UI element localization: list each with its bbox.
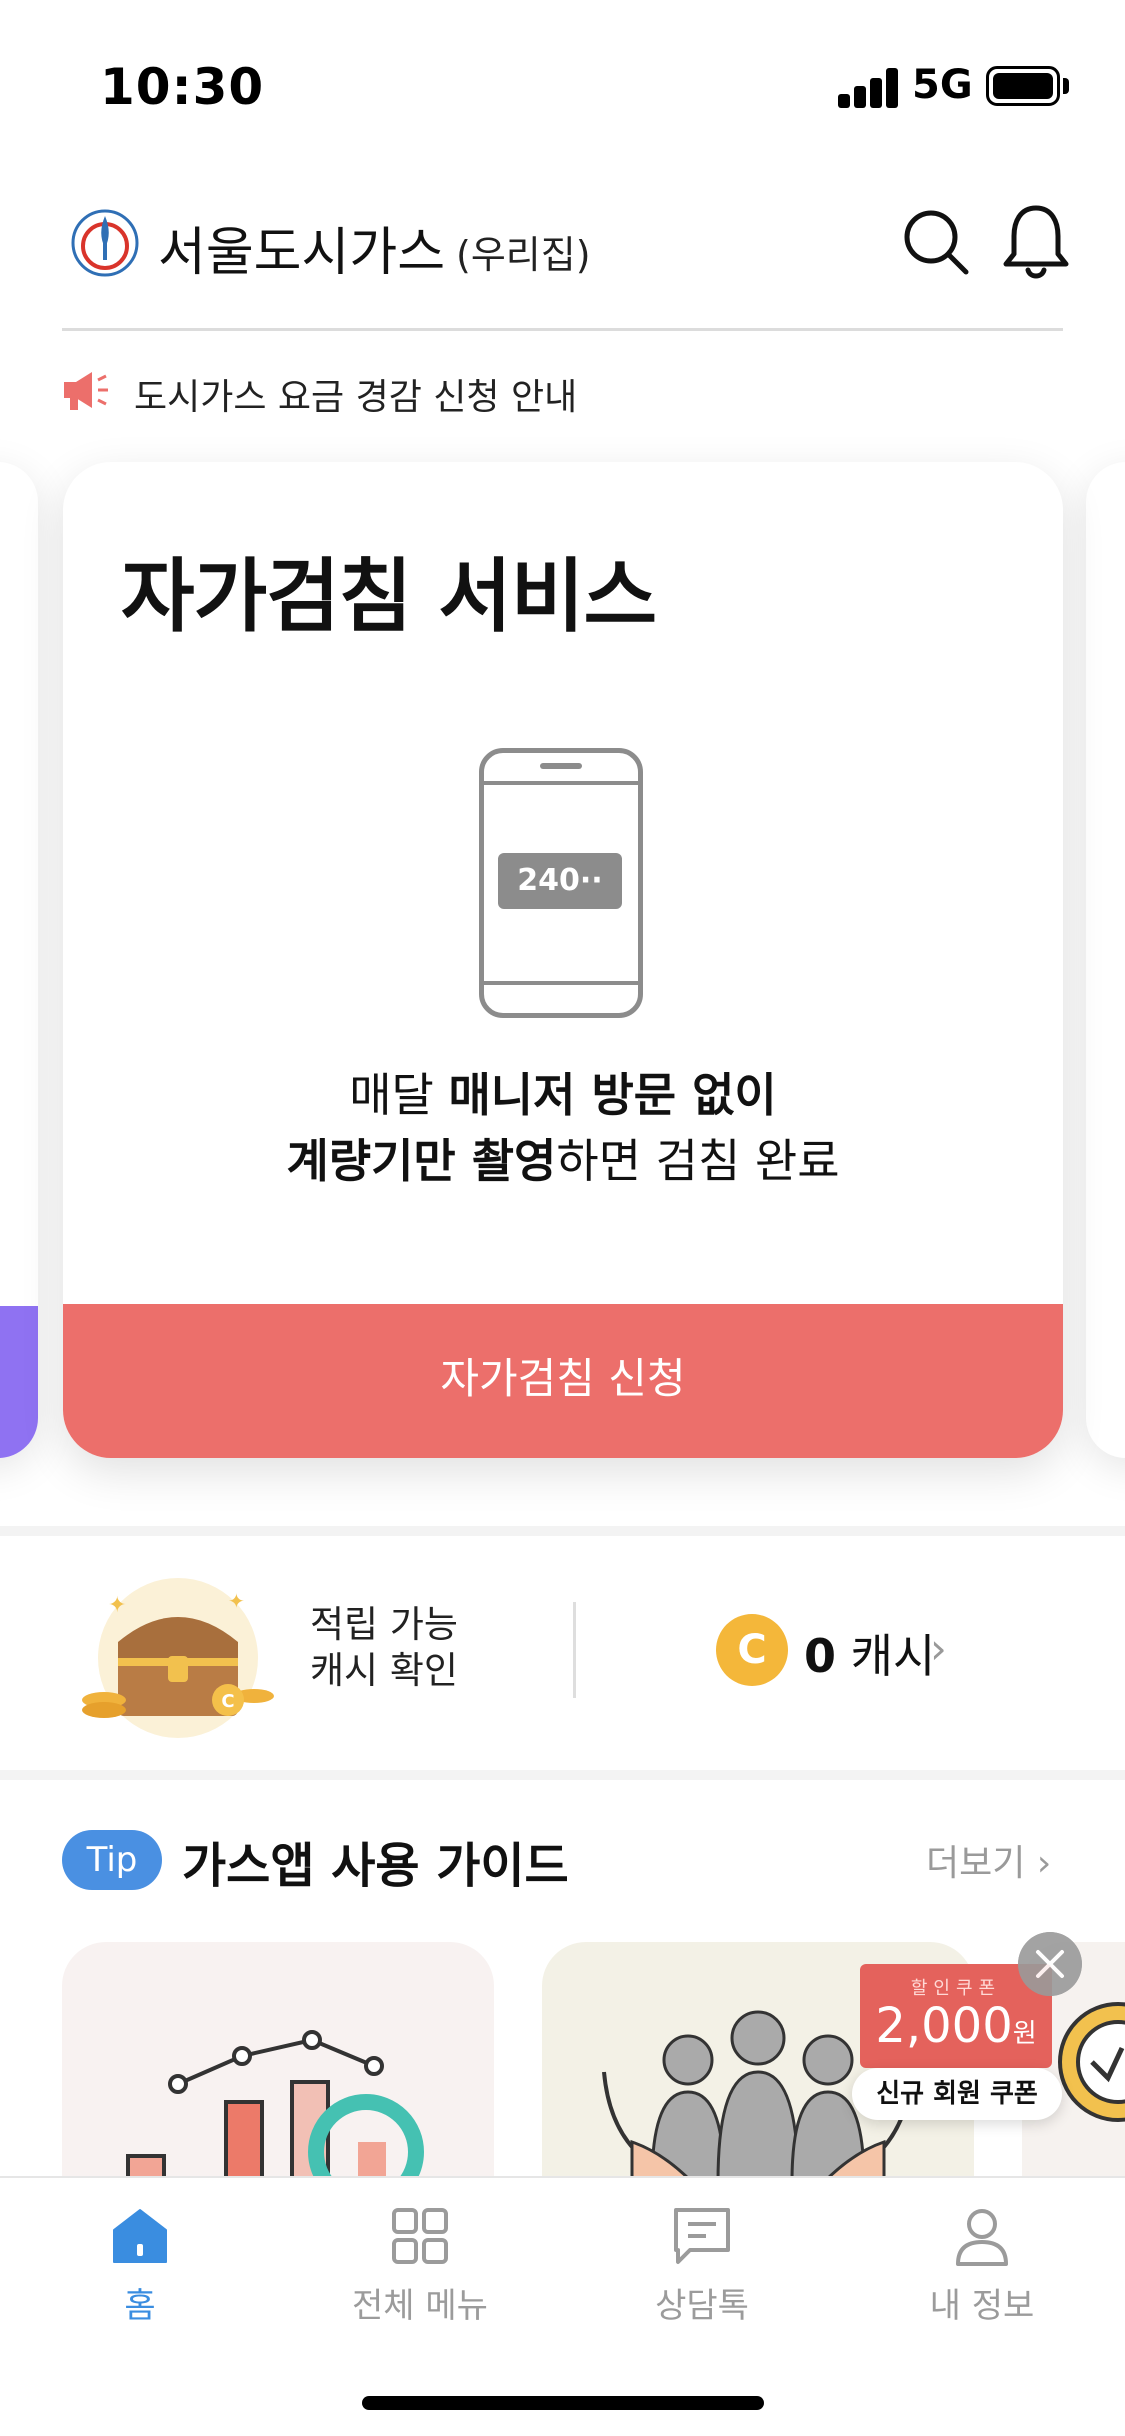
cash-row[interactable]: C ✦ ✦ 적립 가능 캐시 확인 C 0 캐시 › [0, 1536, 1125, 1770]
carousel-card-prev-footer [0, 1306, 38, 1458]
card-description: 매달 매니저 방문 없이 계량기만 촬영하면 검침 완료 [63, 1062, 1063, 1194]
self-meter-card: 자가검침 서비스 240·· 매달 매니저 방문 없이 계량기만 촬영하면 검침… [63, 462, 1063, 1458]
desc-line2-plain: 하면 검침 완료 [556, 1134, 840, 1188]
header-divider [62, 328, 1063, 331]
bell-icon[interactable] [998, 200, 1074, 282]
close-icon[interactable] [1018, 1932, 1082, 1996]
card-desc-line2: 계량기만 촬영하면 검침 완료 [63, 1128, 1063, 1194]
tab-chat[interactable]: 상담톡 [612, 2206, 792, 2326]
coupon-won: 원 [1012, 2019, 1037, 2049]
tip-badge: Tip [62, 1830, 162, 1890]
svg-text:C: C [221, 1691, 234, 1712]
svg-text:✦: ✦ [108, 1593, 126, 1618]
coin-icon: C [716, 1614, 788, 1686]
coupon-amount: 2,000원 [860, 1998, 1052, 2054]
chevron-right-icon[interactable]: › [930, 1624, 947, 1673]
battery-icon [986, 66, 1060, 106]
tab-home[interactable]: 홈 [50, 2206, 230, 2326]
phone-meter-illustration: 240·· [479, 748, 643, 1018]
coupon-amount-value: 2,000 [875, 1998, 1013, 2054]
cash-amount-value: 0 [804, 1629, 837, 1683]
tab-label-home: 홈 [124, 2286, 156, 2326]
status-bar: 10:30 5G [0, 0, 1125, 170]
phone-speaker [540, 763, 582, 769]
section-divider [0, 1526, 1125, 1536]
app-header: 서울도시가스 (우리집) [0, 180, 1125, 330]
cash-label-line1: 적립 가능 [310, 1603, 458, 1646]
svg-text:✦: ✦ [228, 1589, 245, 1613]
cash-amount[interactable]: 0 캐시 [804, 1620, 935, 1686]
home-indicator[interactable] [362, 2396, 764, 2410]
tab-label-my-info: 내 정보 [929, 2286, 1035, 2326]
card-desc-line1: 매달 매니저 방문 없이 [63, 1062, 1063, 1128]
seoul-gas-logo-icon [71, 209, 139, 277]
notice-text: 도시가스 요금 경감 신청 안내 [134, 377, 578, 418]
cash-label-line2: 캐시 확인 [310, 1649, 458, 1692]
battery-cap [1063, 78, 1069, 94]
phone-bottom-line [484, 981, 638, 985]
desc-line2-bold: 계량기만 촬영 [286, 1134, 557, 1188]
cash-amount-unit: 캐시 [836, 1629, 936, 1683]
tab-label-chat: 상담톡 [655, 2286, 749, 2326]
megaphone-icon [64, 372, 108, 410]
status-time: 10:30 [100, 58, 265, 116]
tab-all-menu[interactable]: 전체 메뉴 [330, 2206, 510, 2326]
guide-title: 가스앱 사용 가이드 [182, 1838, 569, 1894]
home-icon [113, 2209, 167, 2263]
self-meter-apply-button[interactable]: 자가검침 신청 [63, 1304, 1063, 1458]
meter-reading: 240·· [498, 853, 622, 909]
card-title: 자가검침 서비스 [121, 550, 657, 643]
grid-icon [392, 2208, 448, 2264]
section-divider-2 [0, 1770, 1125, 1780]
treasure-chest-icon: C ✦ ✦ [82, 1578, 274, 1738]
carousel-card-next[interactable] [1086, 462, 1125, 1458]
guide-more-link[interactable]: 더보기 › [926, 1834, 1051, 1886]
desc-line1-bold: 매니저 방문 없이 [448, 1068, 777, 1122]
network-label: 5G [912, 62, 973, 108]
usage-chart-illustration-icon [126, 2030, 424, 2182]
signal-icon [838, 68, 900, 108]
chat-icon [674, 2208, 730, 2264]
chevron-right-icon: › [1036, 1843, 1052, 1884]
phone-top-line [484, 781, 638, 785]
coupon-label: 신규 회원 쿠폰 [852, 2068, 1062, 2120]
guide-card-usage-chart[interactable] [62, 1942, 494, 2182]
app-subtitle[interactable]: (우리집) [456, 224, 591, 279]
cash-label: 적립 가능 캐시 확인 [310, 1602, 458, 1694]
person-icon [956, 2209, 1008, 2266]
app-title[interactable]: 서울도시가스 [158, 210, 445, 285]
search-icon[interactable] [898, 204, 974, 280]
guide-more-label: 더보기 [926, 1843, 1026, 1884]
tab-my-info[interactable]: 내 정보 [892, 2206, 1072, 2326]
tab-label-all-menu: 전체 메뉴 [352, 2286, 488, 2326]
notice-banner[interactable]: 도시가스 요금 경감 신청 안내 [62, 360, 1062, 420]
cash-divider [573, 1602, 576, 1698]
carousel-card-prev[interactable] [0, 462, 38, 1458]
desc-line1-plain: 매달 [349, 1068, 449, 1122]
